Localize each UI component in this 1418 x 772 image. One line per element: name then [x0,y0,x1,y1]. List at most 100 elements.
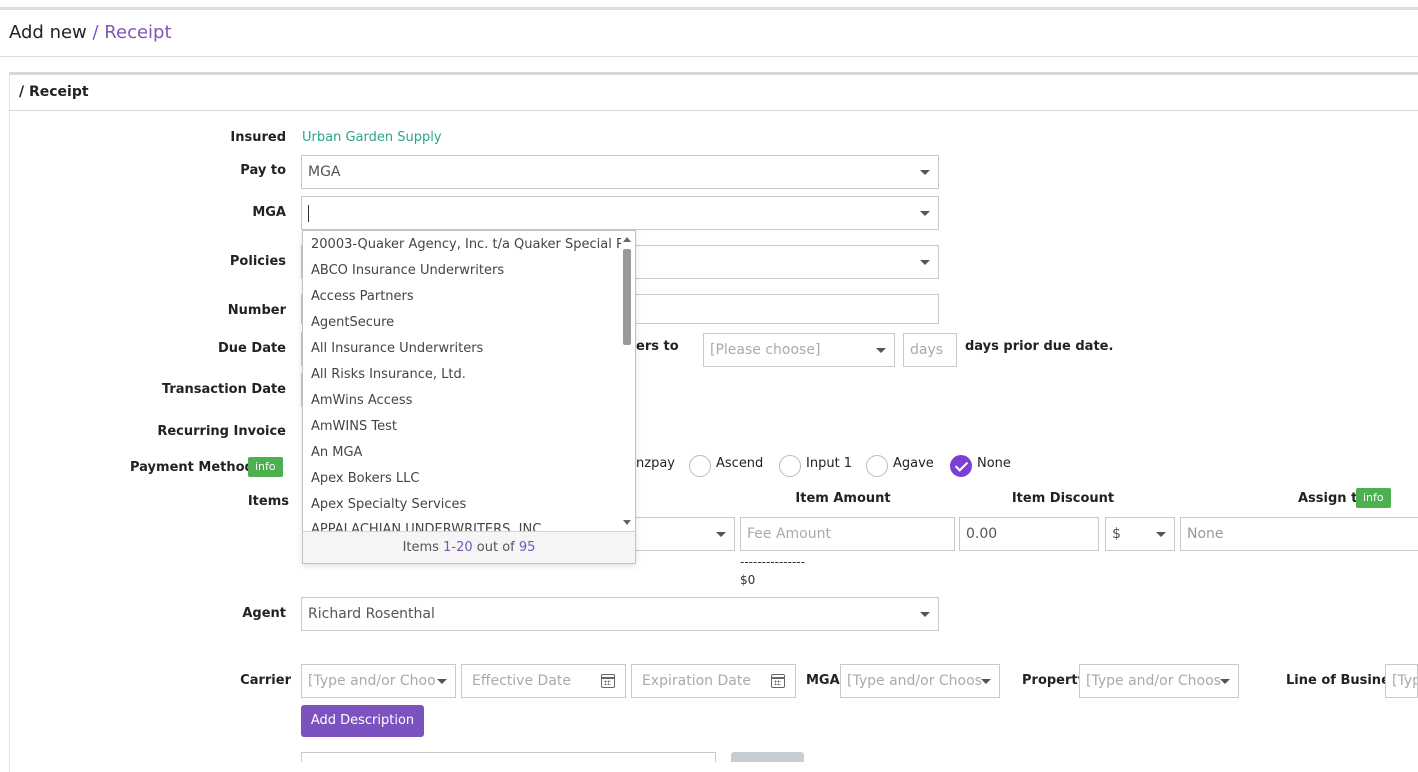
calendar-icon[interactable] [601,674,615,688]
reminder-label: ers to [636,339,679,354]
carrier-label: Carrier [240,673,291,688]
chevron-down-icon [920,170,930,175]
item-amount-header: Item Amount [795,491,891,506]
scrollbar-thumb[interactable] [623,249,631,345]
top-bar [0,0,1418,10]
chevron-down-icon [716,532,726,537]
expiration-date-input[interactable]: Expiration Date [631,664,796,698]
panel-title: / Receipt [19,84,89,100]
radio-ascend[interactable] [689,455,711,477]
radio-agave[interactable] [866,455,888,477]
scroll-down-icon[interactable] [623,520,631,525]
payment-option-agave[interactable]: Agave [893,456,934,471]
discount-unit-select[interactable]: $ [1105,517,1175,551]
list-item[interactable]: 20003-Quaker Agency, Inc. t/a Quaker Spe… [311,237,621,252]
insured-link[interactable]: Urban Garden Supply [302,130,442,145]
dropdown-scrollbar[interactable] [621,233,633,529]
property-label: Property [1022,673,1087,688]
footer-range: 1-20 [443,540,473,555]
items-total: $0 [740,573,756,587]
mga-label: MGA [252,205,286,220]
effective-date-input[interactable]: Effective Date [461,664,626,698]
footer-prefix: Items [402,540,439,555]
property-placeholder: [Type and/or Choos [1086,673,1221,689]
discount-unit-value: $ [1112,526,1121,542]
item-type-select[interactable] [620,517,735,551]
fee-amount-input[interactable]: Fee Amount [740,517,955,551]
payment-method-label: Payment Method [130,460,254,475]
insured-label: Insured [230,130,286,145]
assign-info-badge[interactable]: info [1356,488,1391,508]
list-item[interactable]: An MGA [311,445,362,460]
items-label: Items [247,494,289,509]
total-divider: --------------- [740,555,805,569]
payment-option-input1[interactable]: Input 1 [806,456,852,471]
chevron-down-icon [920,211,930,216]
mga2-placeholder: [Type and/or Choos [847,673,982,689]
chevron-down-icon [981,679,991,684]
scroll-up-icon[interactable] [623,237,631,242]
reminder-select-value: [Please choose] [710,342,821,358]
carrier-select[interactable]: [Type and/or Choo [301,664,456,698]
payment-option-none[interactable]: None [977,456,1011,471]
page-title-text: Add new [9,22,87,43]
duedate-label: Due Date [218,341,286,356]
footer-mid: out of [476,540,515,555]
effective-date-placeholder: Effective Date [472,673,571,689]
assign-to-select[interactable]: None [1180,517,1418,551]
mga-select[interactable] [301,196,939,230]
list-item[interactable]: Access Partners [311,289,414,304]
add-description-button[interactable]: Add Description [301,705,424,737]
payto-label: Pay to [240,163,286,178]
text-cursor [308,205,309,222]
description-input[interactable] [301,752,716,762]
item-discount-header: Item Discount [1011,491,1115,506]
reminder-days-input[interactable]: days [903,333,957,367]
payment-option-ascend[interactable]: Ascend [716,456,763,471]
agent-select[interactable]: Richard Rosenthal [301,597,939,631]
agent-value: Richard Rosenthal [308,606,435,622]
mga-dropdown[interactable]: 20003-Quaker Agency, Inc. t/a Quaker Spe… [302,230,636,564]
payto-select[interactable]: MGA [301,155,939,189]
dropdown-footer: Items 1-20 out of 95 [303,531,635,563]
reminder-select[interactable]: [Please choose] [703,333,895,367]
lob-select[interactable]: [Typ [1385,664,1418,698]
mga-dropdown-list: 20003-Quaker Agency, Inc. t/a Quaker Spe… [303,231,621,531]
calendar-icon[interactable] [771,674,785,688]
page-title: Add new / Receipt [9,22,172,43]
payment-info-badge[interactable]: info [248,457,283,477]
mga2-label: MGA [806,673,840,688]
list-item[interactable]: Apex Specialty Services [311,497,466,512]
transaction-date-label: Transaction Date [161,382,286,397]
radio-input1[interactable] [779,455,801,477]
item-discount-input[interactable]: 0.00 [959,517,1099,551]
reminder-suffix: days prior due date. [965,339,1114,354]
page-header: Add new / Receipt [0,11,1418,57]
list-item[interactable]: All Risks Insurance, Ltd. [311,367,466,382]
property-select[interactable]: [Type and/or Choos [1079,664,1239,698]
breadcrumb[interactable]: / Receipt [93,22,172,43]
agent-label: Agent [242,606,286,621]
payto-value: MGA [308,164,341,180]
chevron-down-icon [1220,679,1230,684]
description-action-button[interactable] [731,752,804,762]
chevron-down-icon [1156,532,1166,537]
list-item[interactable]: AmWINS Test [311,419,397,434]
list-item[interactable]: Apex Bokers LLC [311,471,420,486]
list-item[interactable]: ABCO Insurance Underwriters [311,263,504,278]
list-item[interactable]: APPALACHIAN UNDERWRITERS, INC. [311,522,545,531]
policies-label: Policies [229,254,286,269]
recurring-label: Recurring Invoice [157,424,286,439]
chevron-down-icon [437,679,447,684]
chevron-down-icon [920,612,930,617]
expiration-date-placeholder: Expiration Date [642,673,751,689]
payment-option-nzpay[interactable]: nzpay [636,456,675,471]
mga2-select[interactable]: [Type and/or Choos [840,664,1000,698]
panel-header: / Receipt [9,75,1418,111]
chevron-down-icon [920,260,930,265]
number-label: Number [227,303,286,318]
list-item[interactable]: AmWins Access [311,393,412,408]
radio-none-checked[interactable] [950,455,972,477]
list-item[interactable]: All Insurance Underwriters [311,341,483,356]
list-item[interactable]: AgentSecure [311,315,394,330]
